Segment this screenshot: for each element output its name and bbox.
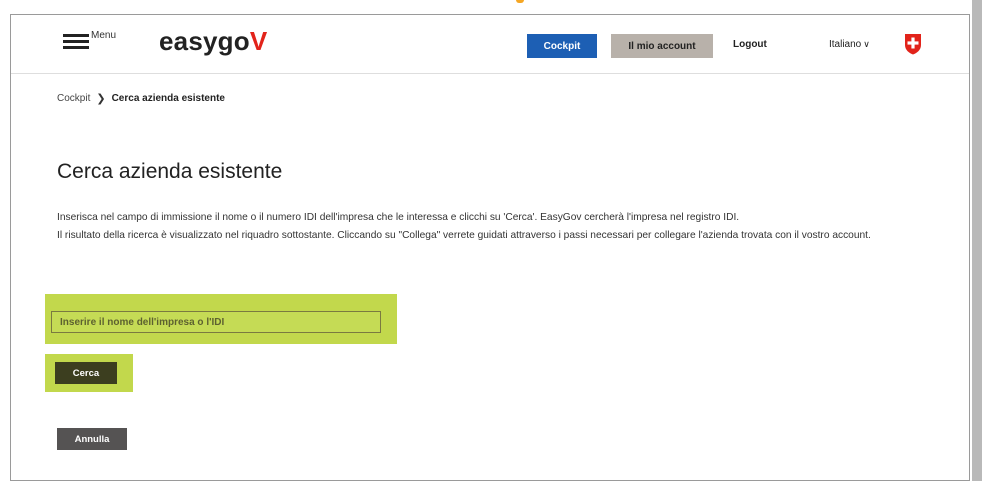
right-gutter: [972, 0, 982, 481]
breadcrumb: Cockpit ❯ Cerca azienda esistente: [57, 92, 225, 105]
language-label: Italiano: [829, 39, 862, 50]
my-account-button[interactable]: Il mio account: [611, 34, 713, 58]
easygov-logo[interactable]: easygoV: [159, 26, 267, 57]
language-selector[interactable]: Italiano ∨: [829, 39, 870, 50]
chevron-right-icon: ❯: [96, 93, 106, 105]
header: Menu easygoV Cockpit Il mio account Logo…: [11, 15, 969, 74]
swiss-cross-icon: [905, 34, 921, 55]
browser-frame: Menu easygoV Cockpit Il mio account Logo…: [10, 14, 970, 481]
chevron-down-icon: ∨: [863, 39, 870, 49]
menu-label: Menu: [91, 30, 117, 41]
hamburger-icon: [63, 33, 89, 49]
logout-link[interactable]: Logout: [733, 39, 767, 50]
cockpit-button[interactable]: Cockpit: [527, 34, 597, 58]
page-description: Inserisca nel campo di immissione il nom…: [57, 209, 927, 245]
page-title: Cerca azienda esistente: [57, 160, 283, 183]
breadcrumb-current: Cerca azienda esistente: [111, 93, 225, 104]
menu-button[interactable]: Menu: [63, 30, 117, 49]
cancel-button[interactable]: Annulla: [57, 428, 127, 450]
description-line-2: Il risultato della ricerca è visualizzat…: [57, 230, 871, 241]
breadcrumb-cockpit[interactable]: Cockpit: [57, 93, 90, 104]
logo-text: easygo: [159, 26, 250, 56]
search-input[interactable]: [51, 311, 381, 333]
top-marker: [516, 0, 524, 3]
logo-accent: V: [249, 26, 268, 56]
description-line-1: Inserisca nel campo di immissione il nom…: [57, 212, 740, 223]
search-button[interactable]: Cerca: [55, 362, 117, 384]
